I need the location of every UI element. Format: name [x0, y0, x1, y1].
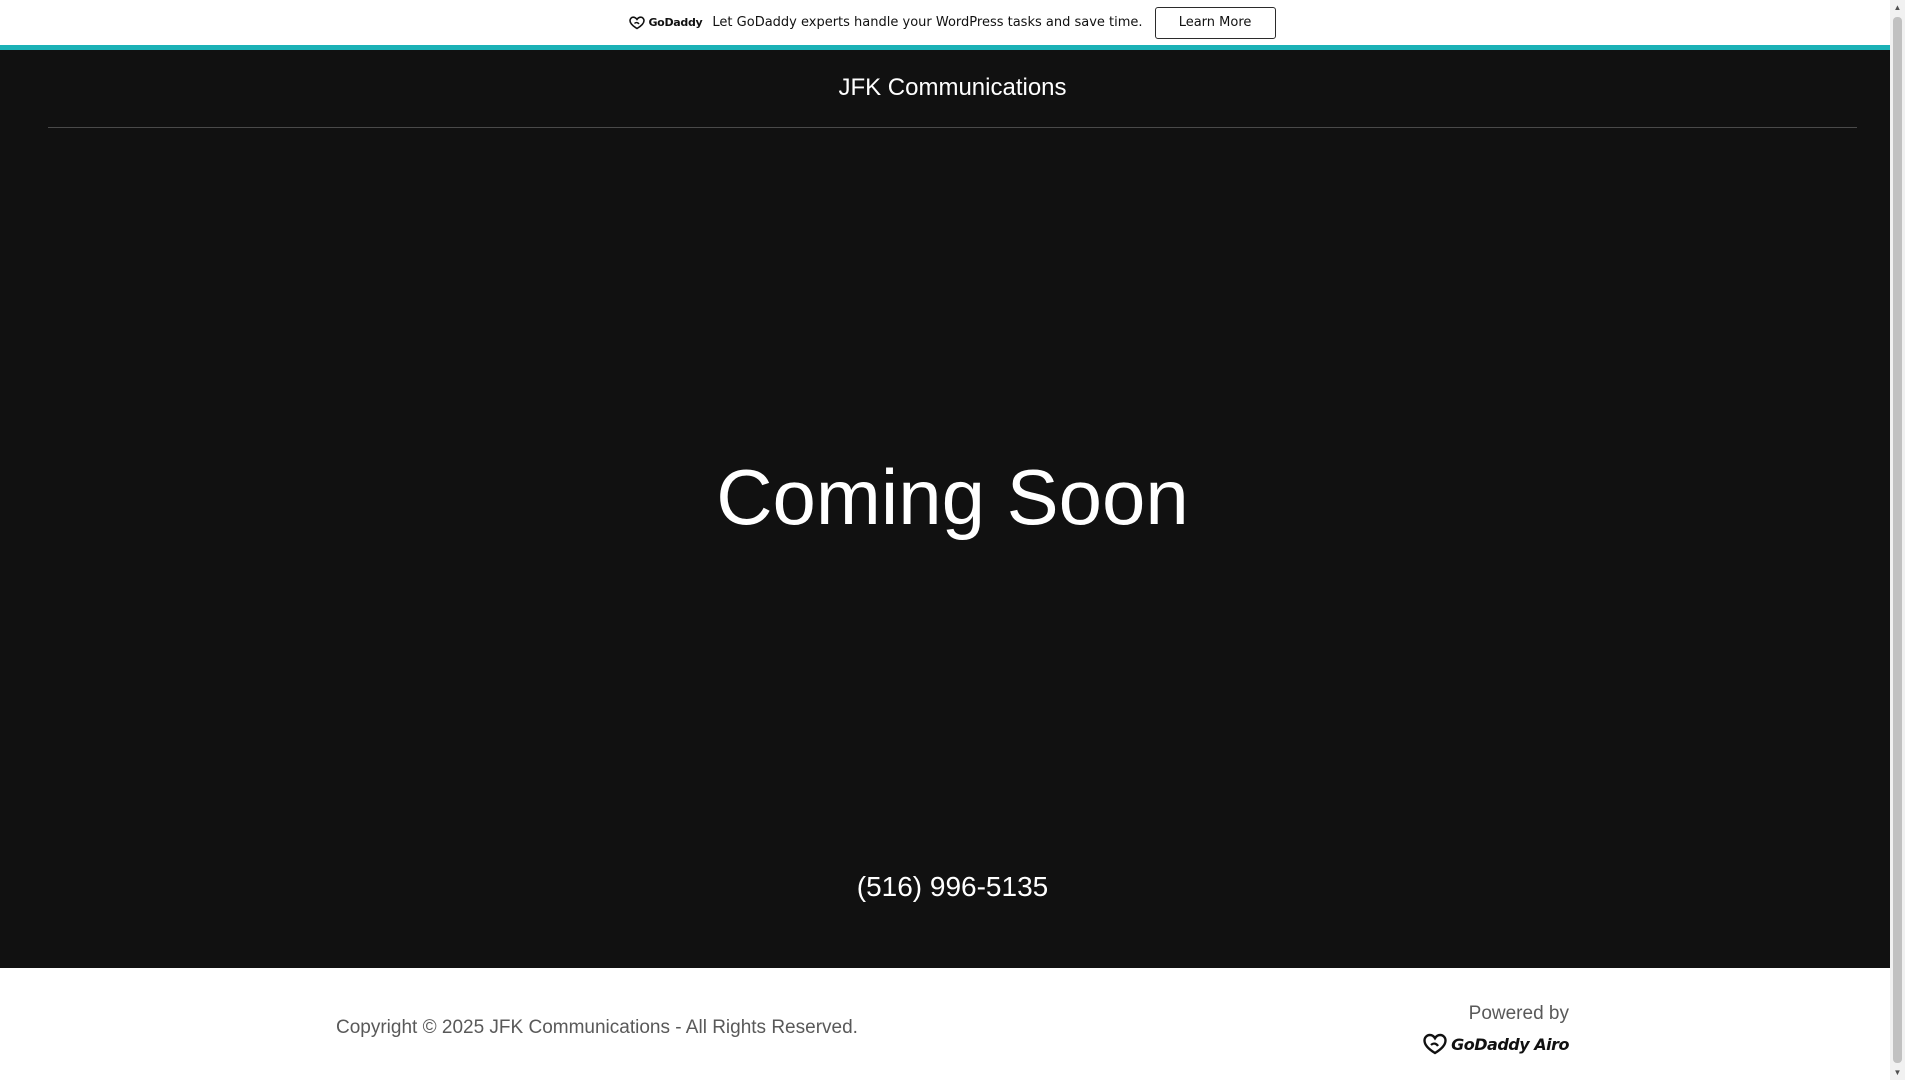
godaddy-logo: GoDaddy	[629, 13, 703, 33]
godaddy-airo-logo-icon	[1423, 1033, 1447, 1055]
footer: Copyright © 2025 JFK Communications - Al…	[0, 968, 1905, 1080]
godaddy-logo-text: GoDaddy	[648, 16, 703, 29]
promo-banner: GoDaddy Let GoDaddy experts handle your …	[0, 0, 1905, 50]
scroll-up-arrow-icon[interactable]: ▲	[1890, 0, 1905, 15]
godaddy-airo-logo-link[interactable]: GoDaddy Airo	[1423, 1032, 1569, 1056]
scroll-down-arrow-icon[interactable]: ▼	[1890, 1065, 1905, 1080]
learn-more-button[interactable]: Learn More	[1154, 6, 1276, 39]
godaddy-airo-logo-text: GoDaddy Airo	[1451, 1034, 1569, 1054]
scrollbar-thumb[interactable]	[1893, 17, 1902, 1063]
coming-soon-heading: Coming Soon	[716, 453, 1189, 541]
phone-number-link[interactable]: (516) 996-5135	[0, 870, 1905, 904]
copyright-text: Copyright © 2025 JFK Communications - Al…	[336, 1017, 858, 1038]
site-title[interactable]: JFK Communications	[0, 73, 1905, 103]
hero-section: JFK Communications Coming Soon (516) 996…	[0, 50, 1905, 968]
promo-message: Let GoDaddy experts handle your WordPres…	[712, 15, 1143, 30]
godaddy-logo-icon	[629, 15, 646, 29]
page: GoDaddy Let GoDaddy experts handle your …	[0, 0, 1905, 1080]
vertical-scrollbar[interactable]: ▲ ▼	[1890, 0, 1905, 1080]
powered-by-label: Powered by	[1468, 1003, 1569, 1024]
header-divider	[48, 127, 1857, 128]
